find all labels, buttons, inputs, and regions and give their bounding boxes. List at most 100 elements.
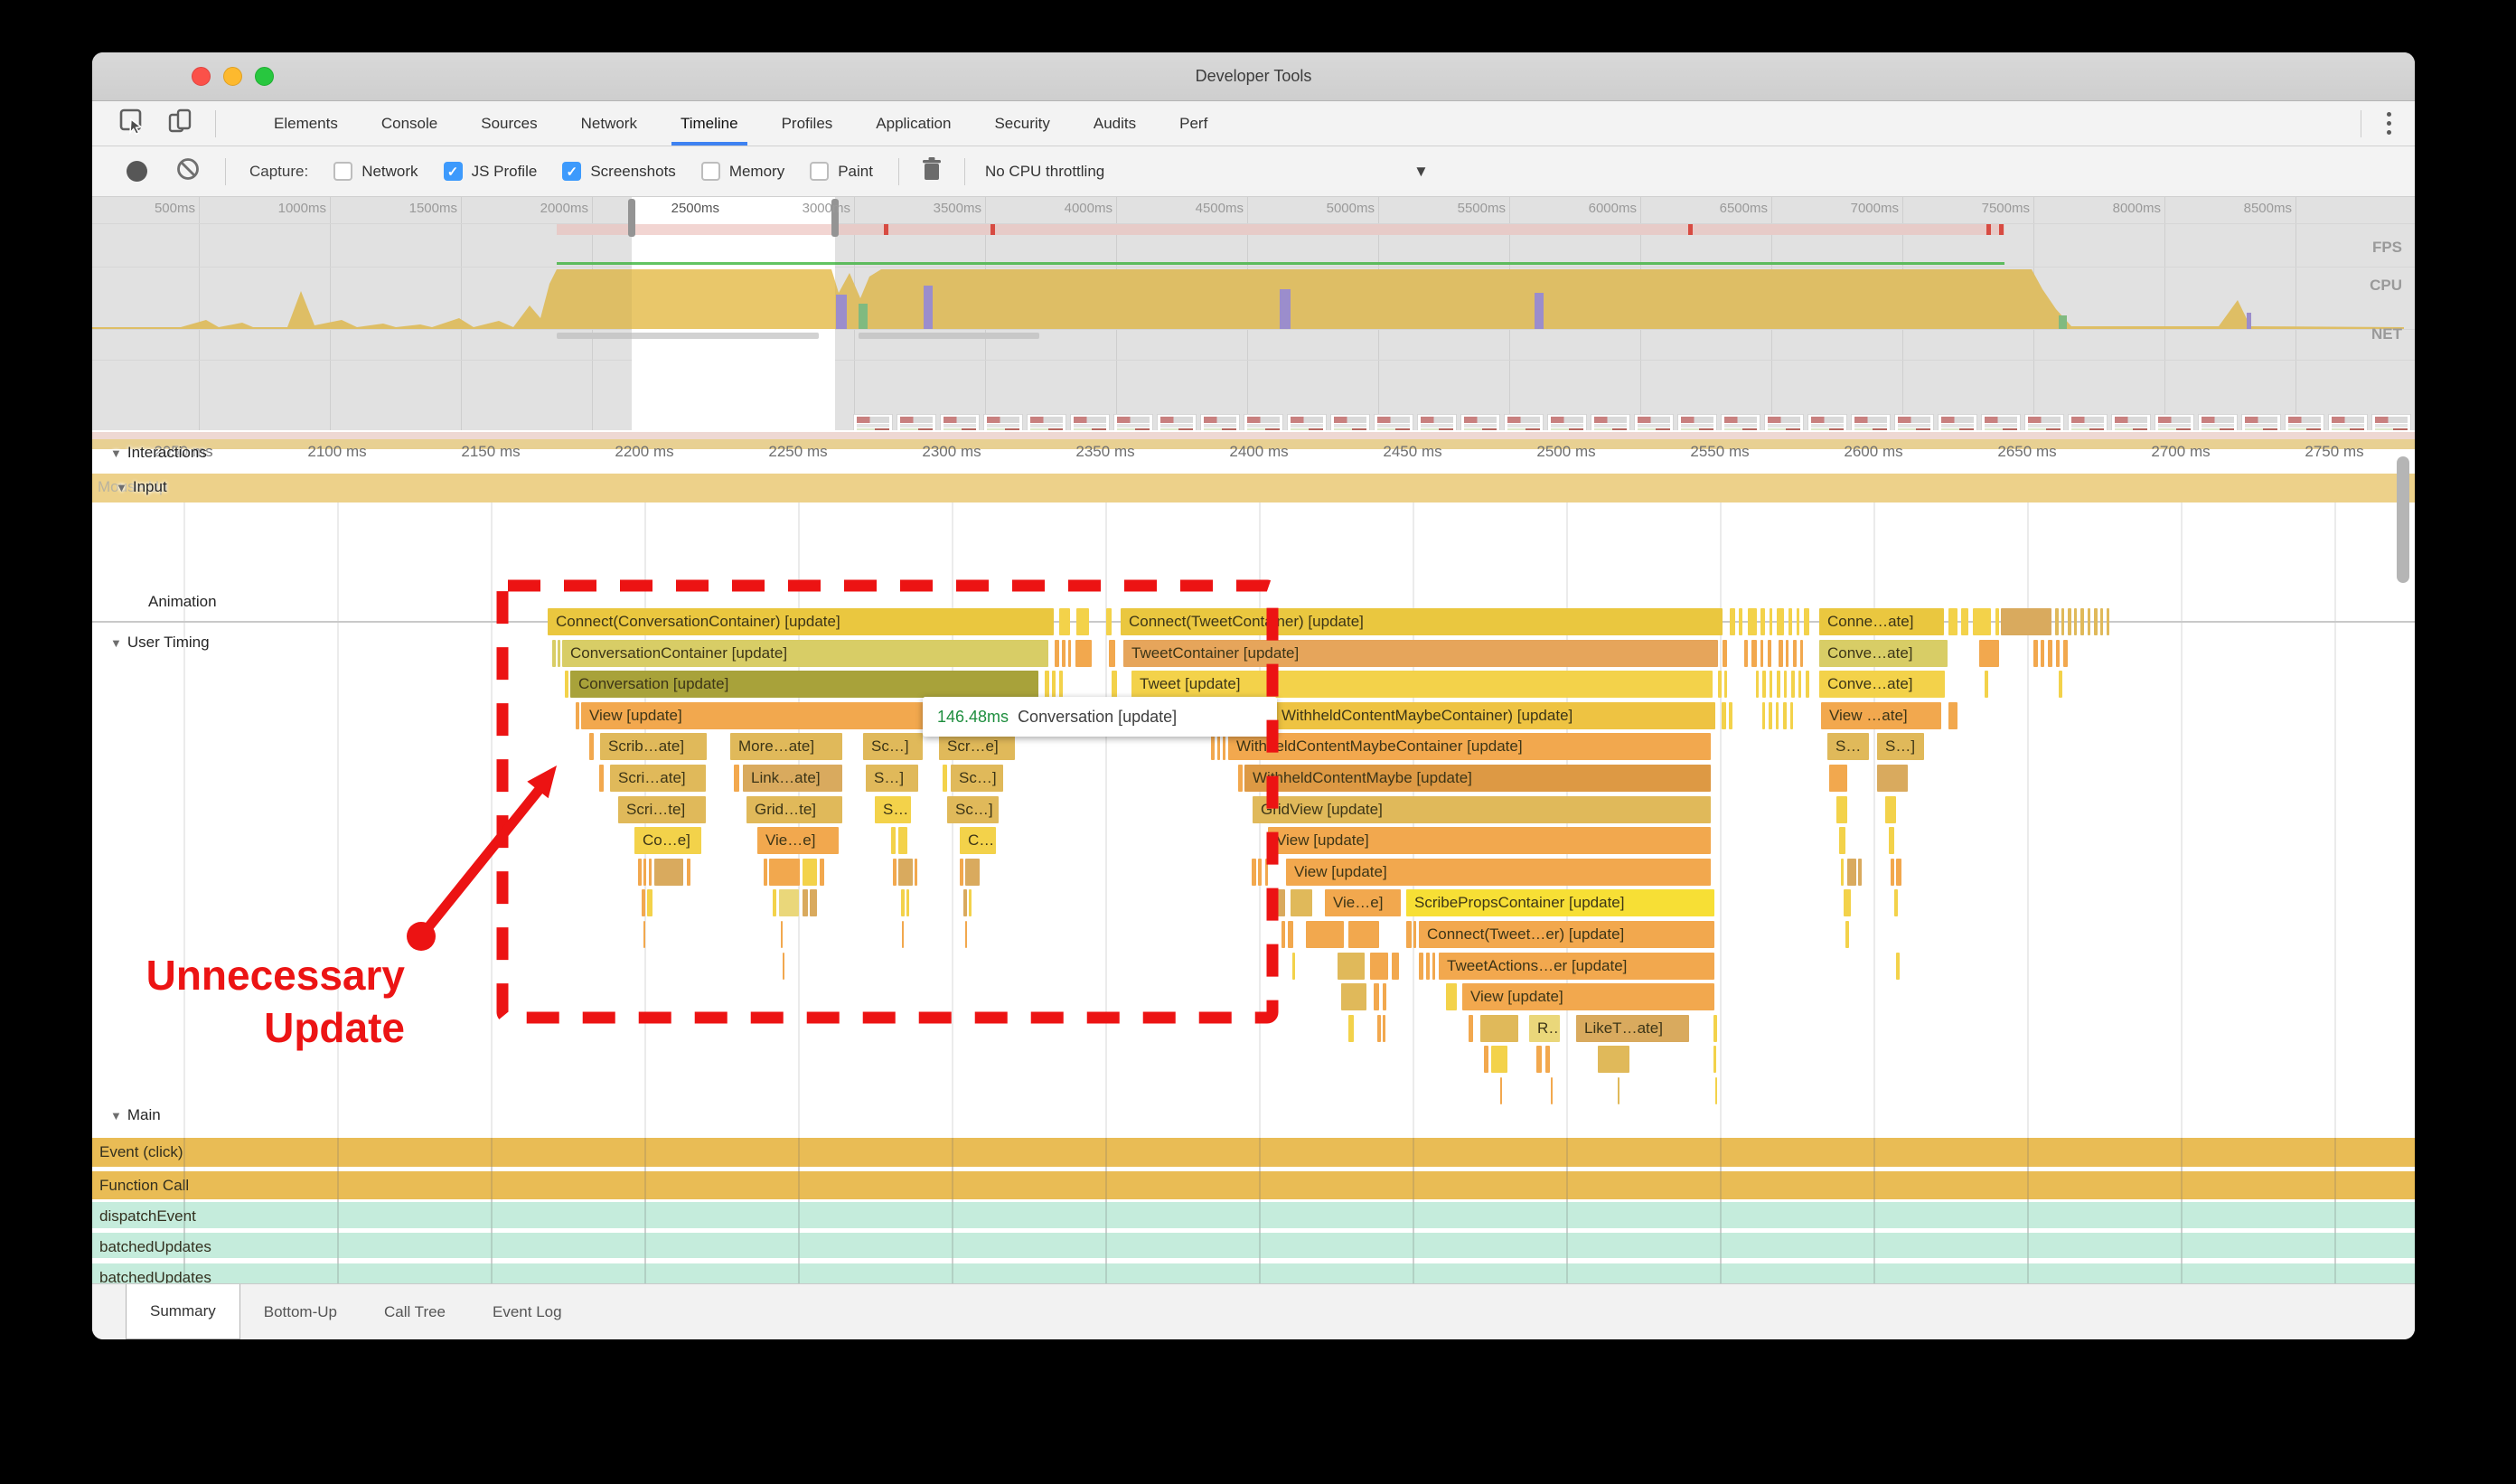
user-timing-bar[interactable]: View …ate] — [1821, 702, 1941, 729]
filmstrip-frame[interactable] — [1374, 414, 1413, 430]
lane-header-interactions[interactable]: ▼Interactions — [110, 444, 207, 462]
user-timing-bar[interactable] — [1252, 859, 1256, 886]
user-timing-bar[interactable] — [1829, 765, 1847, 792]
user-timing-bar[interactable] — [1281, 921, 1285, 948]
user-timing-bar[interactable] — [965, 859, 980, 886]
filmstrip-frame[interactable] — [1460, 414, 1500, 430]
user-timing-bar[interactable] — [1055, 640, 1059, 667]
user-timing-bar[interactable] — [1777, 608, 1784, 635]
filmstrip-frame[interactable] — [1070, 414, 1110, 430]
user-timing-bar[interactable] — [891, 827, 896, 854]
user-timing-bar[interactable] — [1770, 671, 1772, 698]
trash-icon[interactable] — [919, 155, 944, 187]
user-timing-bar[interactable] — [1238, 765, 1243, 792]
user-timing-bar[interactable] — [2056, 640, 2060, 667]
user-timing-bar[interactable] — [1791, 671, 1795, 698]
user-timing-bar[interactable]: Scrib…ate] — [600, 733, 707, 760]
user-timing-bar[interactable] — [1797, 608, 1799, 635]
user-timing-bar[interactable] — [1446, 983, 1457, 1010]
tab-timeline[interactable]: Timeline — [659, 101, 760, 146]
user-timing-bar[interactable] — [1112, 671, 1117, 698]
minimize-window-button[interactable] — [223, 67, 242, 86]
user-timing-bar[interactable] — [1109, 640, 1115, 667]
vertical-scrollbar[interactable] — [2397, 456, 2409, 583]
user-timing-bar[interactable] — [1062, 640, 1066, 667]
user-timing-bar[interactable] — [1762, 702, 1765, 729]
user-timing-bar[interactable] — [1383, 1015, 1385, 1042]
checkbox-checked-icon[interactable]: ✓ — [562, 162, 581, 181]
user-timing-bar[interactable] — [1985, 671, 1988, 698]
user-timing-bar[interactable] — [643, 921, 645, 948]
main-row-dispatchevent[interactable]: dispatchEvent — [92, 1202, 2415, 1228]
user-timing-bar[interactable] — [2063, 640, 2068, 667]
user-timing-bar[interactable] — [1885, 796, 1896, 823]
user-timing-bar[interactable] — [1777, 671, 1780, 698]
user-timing-bar[interactable] — [647, 889, 652, 916]
user-timing-bar[interactable] — [898, 827, 907, 854]
user-timing-bar[interactable] — [1052, 671, 1056, 698]
user-timing-bar[interactable] — [1769, 702, 1772, 729]
user-timing-bar[interactable]: ScribePropsContainer [update] — [1406, 889, 1714, 916]
filmstrip-frame[interactable] — [983, 414, 1023, 430]
filmstrip-frame[interactable] — [853, 414, 893, 430]
user-timing-bar[interactable] — [803, 889, 808, 916]
user-timing-bar[interactable]: View [update] — [1462, 983, 1714, 1010]
user-timing-bar[interactable] — [1786, 640, 1788, 667]
details-tab-bottom-up[interactable]: Bottom-Up — [240, 1284, 361, 1339]
user-timing-bar[interactable] — [781, 921, 783, 948]
user-timing-bar[interactable] — [1836, 796, 1847, 823]
filmstrip-frame[interactable] — [1851, 414, 1891, 430]
user-timing-bar[interactable] — [893, 859, 897, 886]
user-timing-bar[interactable] — [552, 640, 556, 667]
user-timing-bar[interactable] — [915, 859, 917, 886]
filmstrip-frame[interactable] — [2155, 414, 2194, 430]
capture-option-network[interactable]: Network — [333, 162, 418, 181]
user-timing-bar[interactable] — [769, 859, 800, 886]
details-tab-summary[interactable]: Summary — [126, 1284, 240, 1339]
user-timing-bar[interactable] — [1469, 1015, 1473, 1042]
user-timing-bar[interactable] — [820, 859, 824, 886]
user-timing-bar[interactable]: Scri…ate] — [610, 765, 706, 792]
close-window-button[interactable] — [192, 67, 211, 86]
filmstrip-frame[interactable] — [1547, 414, 1587, 430]
user-timing-bar[interactable]: Sc…] — [951, 765, 1003, 792]
user-timing-bar[interactable] — [599, 765, 604, 792]
chevron-down-icon[interactable]: ▼ — [1413, 163, 1429, 181]
user-timing-bar[interactable] — [1545, 1046, 1550, 1073]
tab-perf[interactable]: Perf — [1158, 101, 1229, 146]
inspect-element-icon[interactable] — [117, 107, 146, 140]
user-timing-bar[interactable]: TweetActions…er [update] — [1439, 953, 1714, 980]
filmstrip-frame[interactable] — [1244, 414, 1283, 430]
lane-header-user-timing[interactable]: ▼User Timing — [110, 634, 210, 652]
lane-header-animation[interactable]: Animation — [148, 593, 217, 611]
user-timing-bar[interactable] — [1392, 953, 1399, 980]
checkbox-unchecked-icon[interactable] — [333, 162, 352, 181]
capture-option-screenshots[interactable]: ✓Screenshots — [562, 162, 676, 181]
user-timing-bar[interactable] — [779, 889, 799, 916]
lane-header-main[interactable]: ▼Main — [110, 1106, 161, 1124]
user-timing-bar[interactable] — [1804, 608, 1809, 635]
user-timing-bar[interactable] — [1413, 921, 1416, 948]
user-timing-bar[interactable] — [2094, 608, 2098, 635]
user-timing-bar[interactable] — [1076, 608, 1089, 635]
main-row-function-call[interactable]: Function Call — [92, 1171, 2415, 1199]
user-timing-bar[interactable] — [1217, 733, 1220, 760]
filmstrip-frame[interactable] — [897, 414, 936, 430]
more-options-icon[interactable] — [2380, 108, 2399, 138]
filmstrip-frame[interactable] — [2198, 414, 2238, 430]
user-timing-bar[interactable]: C… — [960, 827, 996, 854]
user-timing-bar[interactable] — [1889, 827, 1894, 854]
filmstrip-frame[interactable] — [1504, 414, 1544, 430]
user-timing-bar[interactable] — [576, 702, 579, 729]
user-timing-bar[interactable] — [906, 889, 909, 916]
filmstrip-frame[interactable] — [2371, 414, 2411, 430]
user-timing-bar[interactable] — [1265, 859, 1268, 886]
tab-console[interactable]: Console — [360, 101, 459, 146]
user-timing-bar[interactable] — [1877, 765, 1908, 792]
user-timing-bar[interactable] — [2041, 640, 2044, 667]
user-timing-bar[interactable] — [1788, 608, 1792, 635]
user-timing-bar[interactable] — [1419, 953, 1423, 980]
user-timing-bar[interactable] — [1973, 608, 1991, 635]
user-timing-bar[interactable]: S… — [875, 796, 911, 823]
user-timing-bar[interactable] — [901, 889, 905, 916]
